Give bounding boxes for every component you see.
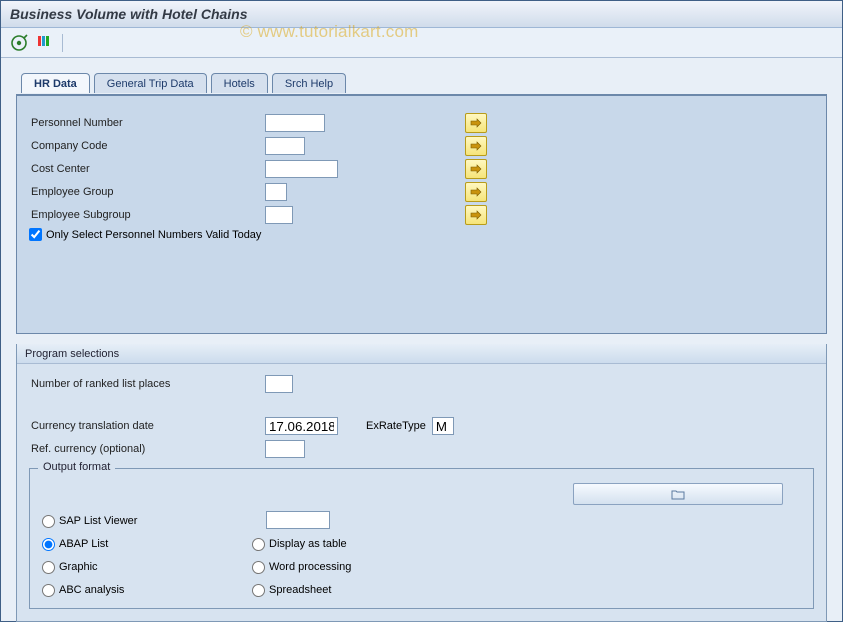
label-currency-date: Currency translation date [29, 420, 265, 432]
label-word-processing: Word processing [269, 561, 351, 573]
radio-abc-analysis[interactable] [42, 584, 55, 597]
group-program-selections: Program selections Number of ranked list… [16, 344, 827, 622]
label-employee-group: Employee Group [29, 186, 265, 198]
label-sap-list-viewer: SAP List Viewer [59, 515, 137, 527]
cost-center-input[interactable] [265, 160, 338, 178]
tab-body-hr: Personnel Number Company Code Cost Cente… [17, 95, 826, 313]
radio-abap-list[interactable] [42, 538, 55, 551]
label-cost-center: Cost Center [29, 163, 265, 175]
group-output-format: Output format SAP List Viewer [29, 468, 814, 609]
employee-subgroup-input[interactable] [265, 206, 293, 224]
label-ex-rate-type: ExRateType [366, 420, 426, 432]
multiselect-company-code[interactable] [465, 136, 487, 156]
multiselect-cost-center[interactable] [465, 159, 487, 179]
tab-strip: HR Data General Trip Data Hotels Srch He… [21, 73, 346, 93]
label-spreadsheet: Spreadsheet [269, 584, 331, 596]
label-employee-subgroup: Employee Subgroup [29, 209, 265, 221]
ex-rate-type-input[interactable] [432, 417, 454, 435]
multiselect-employee-group[interactable] [465, 182, 487, 202]
label-only-valid-today: Only Select Personnel Numbers Valid Toda… [46, 229, 261, 241]
label-graphic: Graphic [59, 561, 98, 573]
label-abap-list: ABAP List [59, 538, 108, 550]
only-valid-today-checkbox[interactable] [29, 228, 42, 241]
group-title-program: Program selections [17, 344, 826, 364]
radio-graphic[interactable] [42, 561, 55, 574]
radio-word-processing[interactable] [252, 561, 265, 574]
radio-sap-list-viewer[interactable] [42, 515, 55, 528]
output-format-settings-button[interactable] [573, 483, 783, 505]
currency-date-input[interactable] [265, 417, 338, 435]
ref-currency-input[interactable] [265, 440, 305, 458]
tab-hotels[interactable]: Hotels [211, 73, 268, 93]
employee-group-input[interactable] [265, 183, 287, 201]
label-company-code: Company Code [29, 140, 265, 152]
group-title-output-format: Output format [38, 461, 115, 473]
label-display-as-table: Display as table [269, 538, 347, 550]
radio-spreadsheet[interactable] [252, 584, 265, 597]
folder-icon [671, 488, 685, 500]
tab-container: HR Data General Trip Data Hotels Srch He… [16, 94, 827, 334]
tab-general-trip[interactable]: General Trip Data [94, 73, 207, 93]
label-ref-currency: Ref. currency (optional) [29, 443, 265, 455]
multiselect-personnel-number[interactable] [465, 113, 487, 133]
label-abc-analysis: ABC analysis [59, 584, 124, 596]
ranked-places-input[interactable] [265, 375, 293, 393]
label-ranked-places: Number of ranked list places [29, 378, 265, 390]
personnel-number-input[interactable] [265, 114, 325, 132]
tab-srch-help[interactable]: Srch Help [272, 73, 346, 93]
radio-display-as-table[interactable] [252, 538, 265, 551]
sap-list-viewer-input[interactable] [266, 511, 330, 529]
tab-hr-data[interactable]: HR Data [21, 73, 90, 93]
company-code-input[interactable] [265, 137, 305, 155]
multiselect-employee-subgroup[interactable] [465, 205, 487, 225]
label-personnel-number: Personnel Number [29, 117, 265, 129]
